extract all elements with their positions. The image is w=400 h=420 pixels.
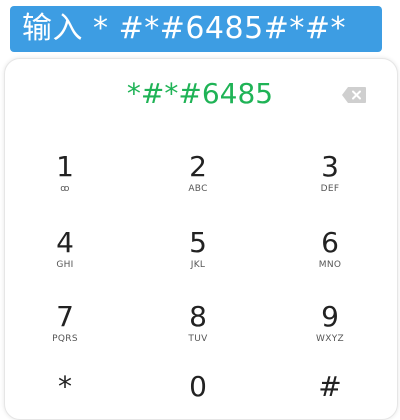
dial-key-5[interactable]: 5 JKL — [143, 226, 253, 271]
dial-key-letters: ꝏ — [60, 184, 70, 194]
dial-key-1[interactable]: 1 ꝏ — [10, 150, 120, 195]
dial-key-0[interactable]: 0 — [143, 372, 253, 402]
dial-key-digit: 4 — [56, 226, 74, 259]
dial-key-letters: TUV — [188, 334, 208, 344]
dial-key-letters: GHI — [56, 260, 74, 270]
dial-key-letters: PQRS — [52, 334, 78, 344]
dial-key-digit: * — [58, 370, 72, 403]
dial-key-letters: WXYZ — [316, 334, 344, 344]
dial-key-6[interactable]: 6 MNO — [275, 226, 385, 271]
dial-key-digit: # — [318, 370, 342, 403]
dial-key-digit: 1 — [56, 150, 74, 183]
dial-key-digit: 3 — [321, 150, 339, 183]
dial-key-8[interactable]: 8 TUV — [143, 300, 253, 345]
dial-key-digit: 5 — [189, 226, 207, 259]
dial-key-letters: ABC — [188, 184, 208, 194]
backspace-icon[interactable] — [341, 86, 367, 104]
dial-key-3[interactable]: 3 DEF — [275, 150, 385, 195]
dialed-number-display: *#*#6485 — [126, 77, 274, 110]
dial-key-4[interactable]: 4 GHI — [10, 226, 120, 271]
dial-key-hash[interactable]: # — [275, 372, 385, 402]
instruction-banner: 输入 * #*#6485#*#* — [10, 6, 382, 52]
dial-key-2[interactable]: 2 ABC — [143, 150, 253, 195]
dial-key-letters: JKL — [190, 260, 206, 270]
dial-key-digit: 2 — [189, 150, 207, 183]
dial-key-digit: 7 — [56, 300, 74, 333]
dial-key-digit: 6 — [321, 226, 339, 259]
dial-key-digit: 0 — [189, 370, 207, 403]
dial-key-digit: 8 — [189, 300, 207, 333]
dial-key-letters: MNO — [318, 260, 342, 270]
dial-key-digit: 9 — [321, 300, 339, 333]
dial-key-letters: DEF — [320, 184, 340, 194]
dial-key-star[interactable]: * — [10, 372, 120, 402]
dial-key-9[interactable]: 9 WXYZ — [275, 300, 385, 345]
dial-key-7[interactable]: 7 PQRS — [10, 300, 120, 345]
